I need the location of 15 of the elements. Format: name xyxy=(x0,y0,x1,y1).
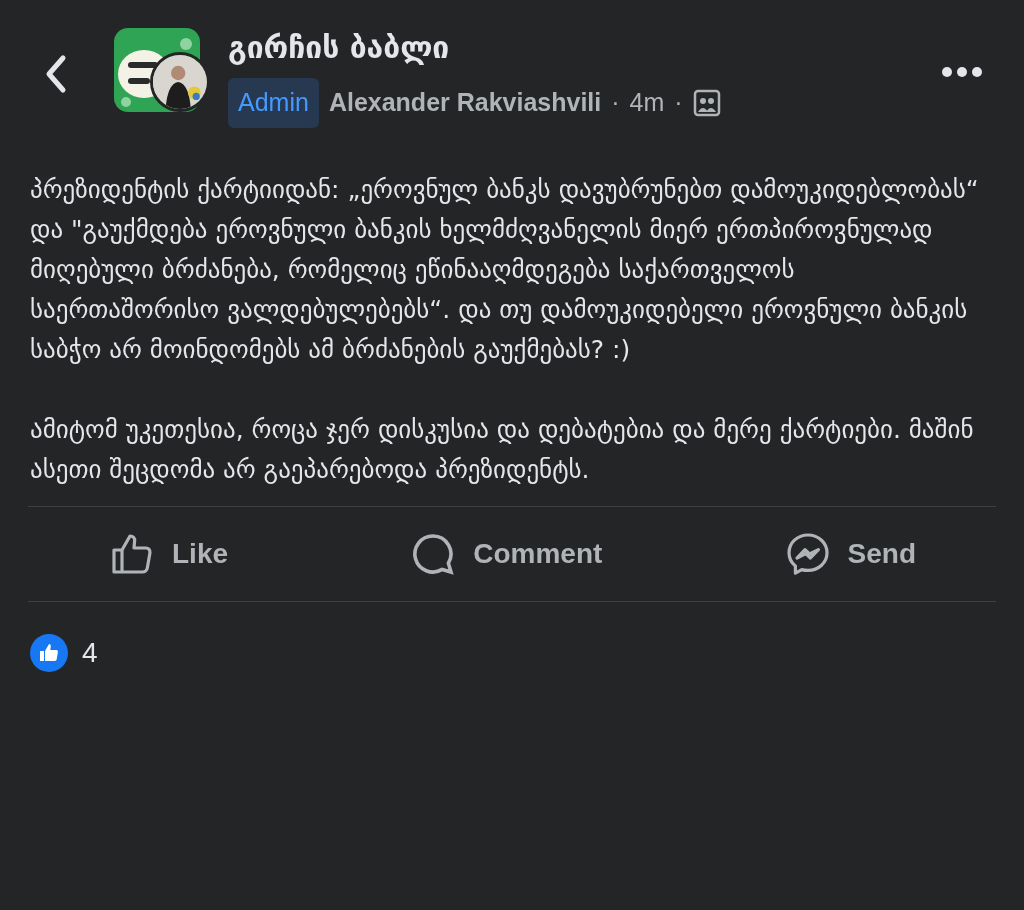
like-reaction-icon xyxy=(30,634,68,672)
group-name[interactable]: გირჩის ბაბლი xyxy=(228,28,940,68)
send-button[interactable]: Send xyxy=(783,530,916,578)
admin-badge: Admin xyxy=(228,78,319,128)
post-paragraph: ამიტომ უკეთესია, როცა ჯერ დისკუსია და დებატებია და მერე ქარტიები. მაშინ ასეთი შეცდომა არ გაეპარებოდა პრეზიდენტს. xyxy=(30,414,975,486)
comment-button[interactable]: Comment xyxy=(409,530,603,578)
members-icon xyxy=(692,88,721,117)
post-time[interactable]: 4m xyxy=(629,84,665,122)
separator-dot: · xyxy=(611,87,620,118)
separator-dot: · xyxy=(674,87,683,118)
reaction-count[interactable]: 4 xyxy=(82,632,98,674)
more-icon xyxy=(942,67,982,77)
like-button[interactable]: Like xyxy=(108,530,229,578)
post-paragraph: პრეზიდენტის ქარტიიდან: „ეროვნულ ბანკს დავუბრუნებთ დამოუკიდებლობას“ და "გაუქმდება ეროვნული ბანკის ხელმძღვანელის მიერ ერთპიროვნულად მიღებული ბრძანება, რომელიც ეწინააღმდეგება საქართველოს საერთაშორისო ვალდებულებებს“. და თუ დამოუკიდებელი ეროვნული ბანკის საბჭო არ მოინდომებს ამ ბრძანების გაუქმებას? :) xyxy=(30,174,980,366)
author-name[interactable]: Alexander Rakviashvili xyxy=(328,84,602,122)
